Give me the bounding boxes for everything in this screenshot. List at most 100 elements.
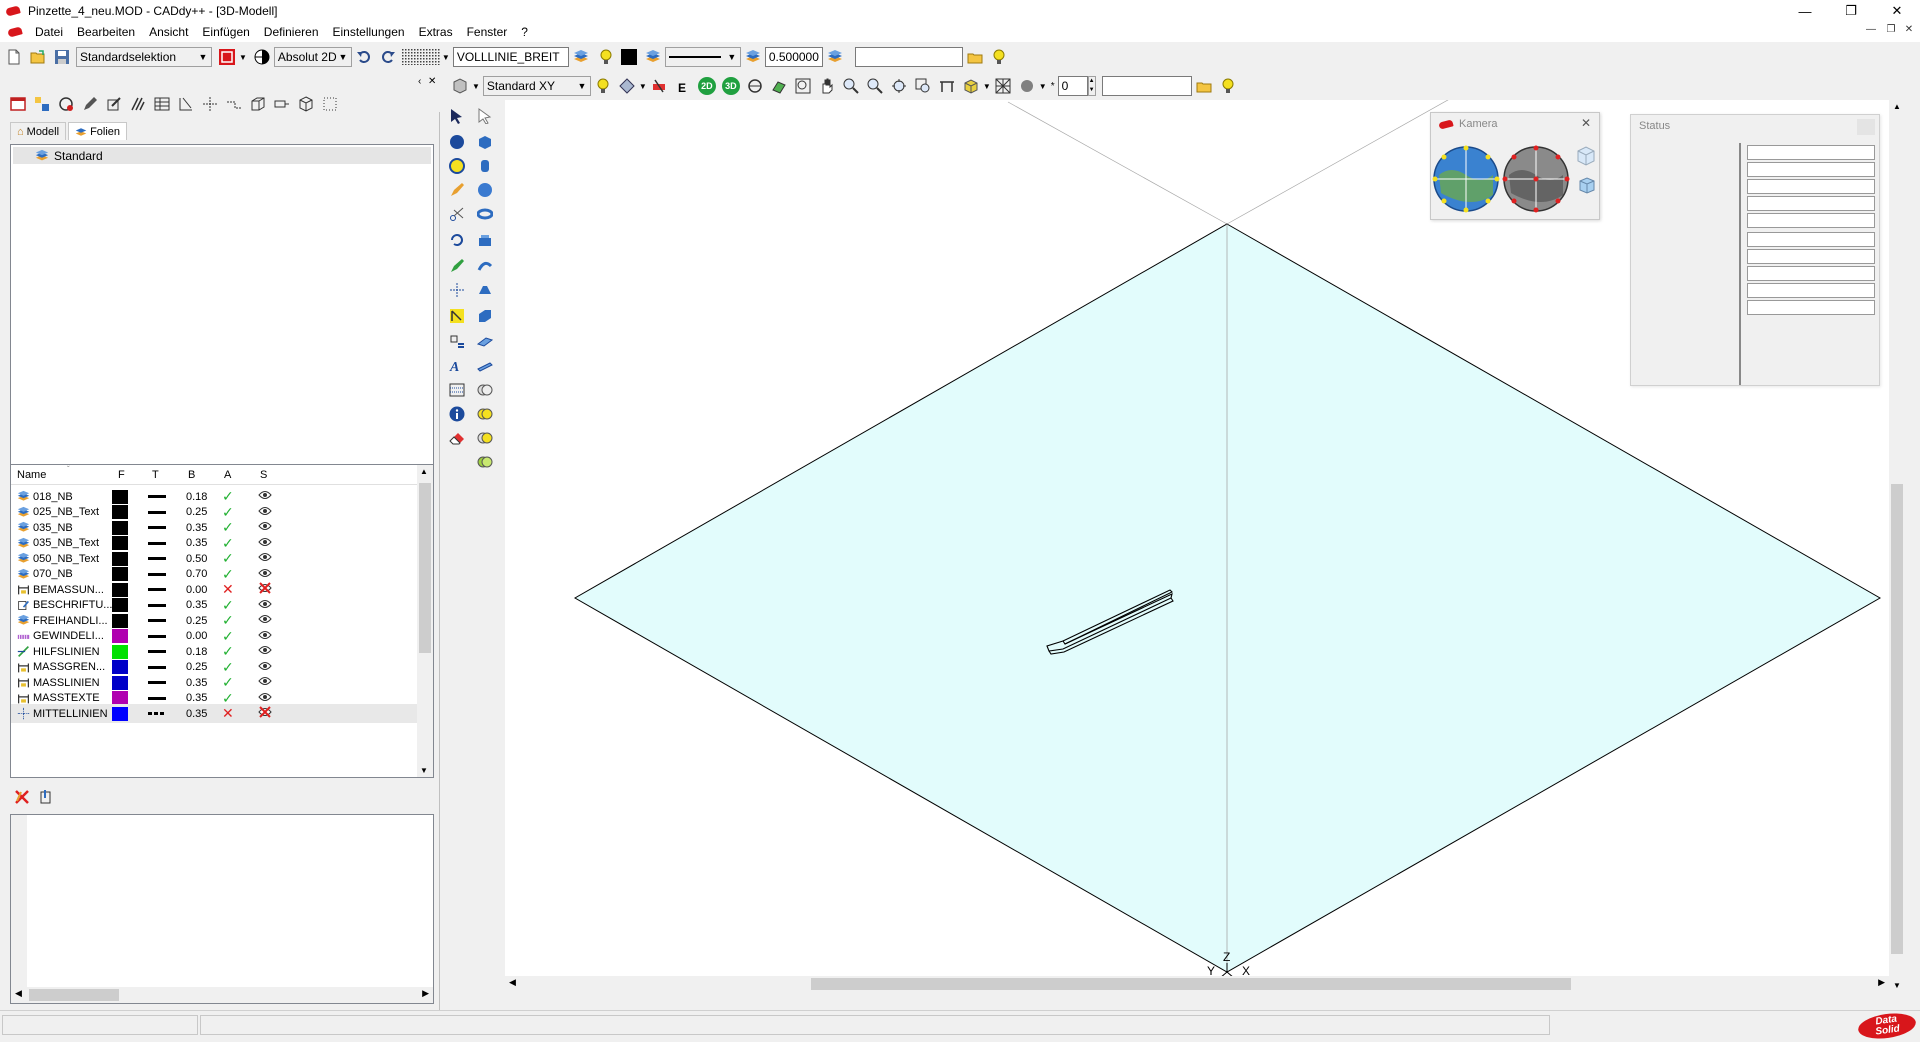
layer-linetype-preview[interactable] — [148, 681, 166, 684]
properties-box[interactable]: ◀ ▶ — [10, 814, 434, 1004]
undo-button[interactable] — [353, 46, 375, 68]
layer-width-value[interactable]: 0.35 — [186, 708, 216, 720]
layer-width-value[interactable]: 0.25 — [186, 506, 216, 518]
tool-loft-button[interactable] — [473, 278, 497, 302]
layer-linetype-preview[interactable] — [148, 495, 166, 498]
eye-hidden-icon[interactable] — [258, 706, 276, 721]
grid-dropdown-icon[interactable]: ▼ — [442, 53, 450, 62]
step-value-field[interactable]: 0 — [1057, 76, 1088, 96]
layer-width-value[interactable]: 0.35 — [186, 599, 216, 611]
layer-color-swatch[interactable] — [112, 613, 128, 628]
layer-linetype-preview[interactable] — [148, 712, 166, 715]
layer-color-swatch[interactable] — [112, 675, 128, 690]
tab-folien[interactable]: Folien — [68, 122, 128, 140]
layer-color-swatch[interactable] — [112, 505, 128, 519]
zoom-window-button[interactable] — [792, 75, 814, 97]
col-s-header[interactable]: S — [260, 469, 267, 481]
scroll-up-icon[interactable]: ▲ — [1893, 102, 1901, 111]
scroll-down-icon[interactable]: ▼ — [1893, 981, 1901, 990]
layer-color-swatch[interactable] — [112, 536, 128, 550]
elevation-button[interactable]: E — [672, 75, 694, 97]
layer-linetype-preview[interactable] — [148, 557, 166, 560]
view-select[interactable]: Standard XY ▼ — [482, 76, 591, 96]
layer-width-value[interactable]: 0.50 — [186, 553, 216, 565]
tool-extrude-button[interactable] — [473, 228, 497, 252]
layer-bulb-button[interactable] — [988, 46, 1010, 68]
scroll-thumb[interactable] — [419, 483, 431, 653]
layer-linetype-preview[interactable] — [148, 603, 166, 607]
shade-dropdown-icon[interactable]: ▼ — [983, 82, 991, 91]
layer-color-swatch[interactable] — [112, 660, 128, 674]
status-close-button[interactable] — [1857, 119, 1875, 135]
properties-hscroll-thumb[interactable] — [29, 989, 119, 1001]
layer-linetype-preview[interactable] — [148, 510, 166, 514]
step-spinner[interactable]: ▲ ▼ — [1087, 76, 1096, 96]
orbit-button[interactable] — [744, 75, 766, 97]
scroll-up-icon[interactable]: ▲ — [420, 467, 428, 476]
cross-icon[interactable]: ✕ — [222, 705, 240, 722]
layer-width-value[interactable]: 0.70 — [186, 568, 216, 580]
layer-color-swatch[interactable] — [112, 691, 128, 705]
layer-width-value[interactable]: 0.35 — [186, 677, 216, 689]
open-file-button[interactable] — [27, 46, 49, 68]
tool-snap-button[interactable] — [445, 154, 469, 178]
tool-attribute-button[interactable] — [445, 330, 469, 354]
camera-target-globe[interactable] — [1502, 145, 1570, 213]
tab-modell[interactable]: ⌂ Modell — [10, 122, 67, 140]
layer-linetype-preview[interactable] — [148, 650, 166, 653]
linewidth-style-button[interactable] — [824, 46, 846, 68]
viewport-hscroll-thumb[interactable] — [811, 978, 1571, 990]
new-file-button[interactable] — [3, 46, 25, 68]
selection-filter-dropdown-icon[interactable]: ▼ — [239, 53, 247, 62]
select-outline-button[interactable] — [473, 104, 497, 128]
coord-mode-button[interactable] — [251, 46, 273, 68]
viewport-vscroll-thumb[interactable] — [1891, 484, 1903, 954]
layer-width-value[interactable]: 0.35 — [186, 522, 216, 534]
3d-button[interactable]: 3D — [720, 75, 742, 97]
tool-chamfer-button[interactable] — [473, 304, 497, 328]
2d-button[interactable]: 2D — [696, 75, 718, 97]
scroll-down-icon[interactable]: ▼ — [420, 766, 428, 775]
panel-close-icon[interactable]: ✕ — [428, 76, 436, 87]
zoom-out-button[interactable] — [864, 75, 886, 97]
layer-width-value[interactable]: 0.25 — [186, 661, 216, 673]
tree-item-standard[interactable]: Standard — [13, 147, 431, 164]
col-t-header[interactable]: T — [152, 469, 159, 481]
layer-width-value[interactable]: 0.00 — [186, 630, 216, 642]
tool-sphere-button[interactable] — [445, 130, 469, 154]
selection-mode-select[interactable]: Standardselektion ▼ — [76, 47, 212, 67]
view-cube-dropdown-icon[interactable]: ▼ — [472, 82, 480, 91]
tool-union-button[interactable] — [473, 402, 497, 426]
properties-vscroll[interactable] — [11, 815, 27, 987]
layer-tool-button[interactable] — [35, 786, 57, 808]
shade-button[interactable] — [960, 75, 982, 97]
view-bulb-button[interactable] — [1217, 75, 1239, 97]
tool-ball-button[interactable] — [473, 178, 497, 202]
camera-orbit-globe[interactable] — [1432, 145, 1500, 213]
eye-icon[interactable] — [258, 630, 276, 643]
tool-boolean-button[interactable] — [473, 378, 497, 402]
kamera-titlebar[interactable]: Kamera ✕ — [1431, 113, 1599, 135]
layer-color-swatch[interactable] — [112, 598, 128, 612]
layer-light-button[interactable] — [594, 46, 616, 68]
restore-button[interactable]: ❐ — [1828, 0, 1874, 22]
menu-fenster[interactable]: Fenster — [460, 25, 515, 39]
eye-icon[interactable] — [258, 661, 276, 674]
layer-color-swatch[interactable] — [112, 567, 128, 581]
menu-definieren[interactable]: Definieren — [257, 25, 326, 39]
eye-icon[interactable] — [258, 692, 276, 705]
linetype-field[interactable]: VOLLLINIE_BREIT — [452, 47, 569, 67]
mdi-close-button[interactable]: ✕ — [1900, 24, 1918, 40]
layer-color-swatch[interactable] — [112, 629, 128, 643]
select-arrow-button[interactable] — [445, 104, 469, 128]
tool-dimension-button[interactable] — [445, 304, 469, 328]
menu-logo-icon[interactable] — [7, 26, 23, 38]
eye-icon[interactable] — [258, 552, 276, 565]
line-width-field[interactable]: 0.500000 — [764, 47, 823, 67]
tool-text-button[interactable]: A — [445, 354, 469, 378]
color-button[interactable] — [618, 46, 640, 68]
layer-linetype-preview[interactable] — [148, 541, 166, 545]
viewport-hscroll[interactable]: ◀ ▶ — [505, 976, 1889, 992]
layer-linetype-preview[interactable] — [148, 588, 166, 591]
layer-width-value[interactable]: 0.18 — [186, 491, 216, 503]
